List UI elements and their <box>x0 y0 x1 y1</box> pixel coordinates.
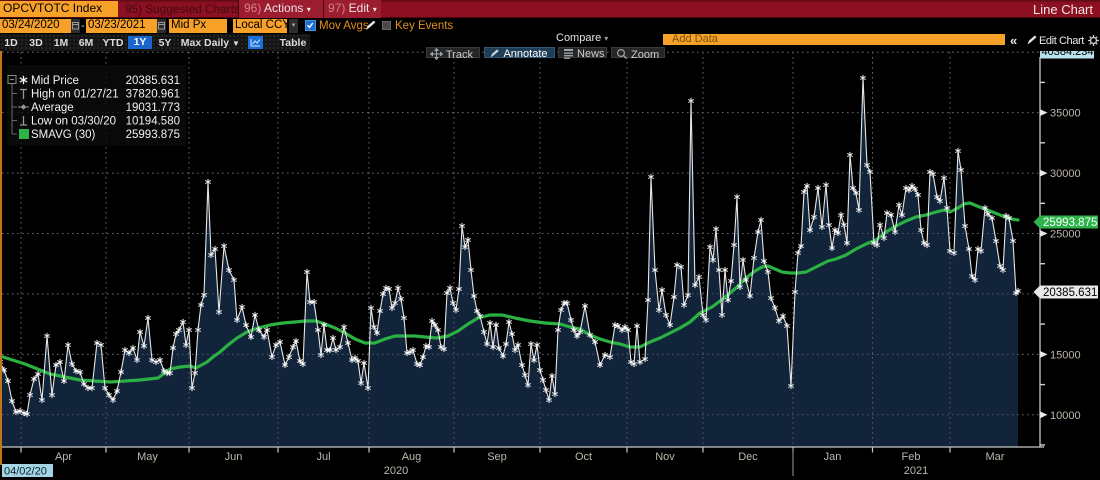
svg-text:2021: 2021 <box>904 465 928 477</box>
svg-text:Dec: Dec <box>738 451 758 463</box>
svg-text:2020: 2020 <box>384 465 408 477</box>
svg-text:10000: 10000 <box>1050 410 1081 422</box>
svg-text:Oct: Oct <box>575 451 592 463</box>
svg-text:Mid Price: Mid Price <box>31 75 79 87</box>
svg-text:04/02/20: 04/02/20 <box>4 466 47 478</box>
svg-text:Average: Average <box>31 102 74 114</box>
svg-text:Low on 03/30/20: Low on 03/30/20 <box>31 116 116 128</box>
svg-text:Apr: Apr <box>55 451 72 463</box>
svg-text:10194.580: 10194.580 <box>126 116 180 128</box>
svg-text:Mar: Mar <box>986 451 1005 463</box>
svg-text:Jan: Jan <box>824 451 842 463</box>
svg-text:19031.773: 19031.773 <box>126 102 180 114</box>
svg-text:35000: 35000 <box>1050 108 1081 120</box>
svg-text:Nov: Nov <box>655 451 675 463</box>
svg-text:Jun: Jun <box>225 451 243 463</box>
svg-text:25000: 25000 <box>1050 229 1081 241</box>
svg-text:20385.631: 20385.631 <box>1043 287 1097 299</box>
svg-text:15000: 15000 <box>1050 349 1081 361</box>
svg-text:Sep: Sep <box>487 451 507 463</box>
svg-text:SMAVG (30): SMAVG (30) <box>31 129 95 141</box>
svg-text:Jul: Jul <box>316 451 330 463</box>
svg-text:Feb: Feb <box>902 451 921 463</box>
svg-text:High on 01/27/21: High on 01/27/21 <box>31 89 119 101</box>
svg-text:25993.875: 25993.875 <box>1043 217 1097 229</box>
svg-text:37820.961: 37820.961 <box>126 89 180 101</box>
svg-text:Aug: Aug <box>402 451 422 463</box>
svg-text:25993.875: 25993.875 <box>126 129 180 141</box>
svg-text:20385.631: 20385.631 <box>126 75 180 87</box>
svg-text:May: May <box>137 451 158 463</box>
svg-text:30000: 30000 <box>1050 168 1081 180</box>
